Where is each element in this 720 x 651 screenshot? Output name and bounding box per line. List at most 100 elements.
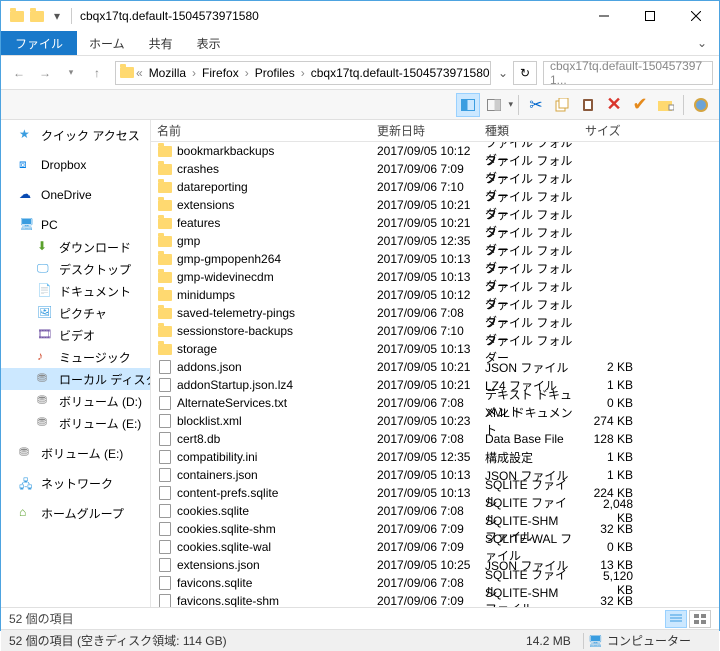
file-row[interactable]: AlternateServices.txt2017/09/06 7:08テキスト…	[151, 394, 719, 412]
folder-icon	[157, 305, 173, 321]
home-tab[interactable]: ホーム	[77, 31, 137, 55]
address-dropdown[interactable]: ⌄	[497, 61, 509, 85]
file-row[interactable]: saved-telemetry-pings2017/09/06 7:08ファイル…	[151, 304, 719, 322]
file-row[interactable]: addonStartup.json.lz42017/09/05 10:21LZ4…	[151, 376, 719, 394]
file-date: 2017/09/06 7:08	[371, 504, 479, 518]
paste-icon[interactable]	[576, 93, 600, 117]
file-tab[interactable]: ファイル	[1, 31, 77, 55]
sidebar-item[interactable]: ⛃ボリューム (D:)	[1, 390, 150, 412]
navigation-pane[interactable]: ★クイック アクセス ⧈Dropbox ☁OneDrive 🖥PC⬇ダウンロード🖵デス…	[1, 120, 151, 607]
sidebar-item[interactable]: 🖼ピクチャ	[1, 302, 150, 324]
sidebar-item[interactable]: ★クイック アクセス	[1, 124, 150, 146]
sidebar-item[interactable]: ⬇ダウンロード	[1, 236, 150, 258]
sidebar-item[interactable]: 🖧ネットワーク	[1, 472, 150, 494]
file-row[interactable]: extensions2017/09/05 10:21ファイル フォルダー	[151, 196, 719, 214]
file-list[interactable]: bookmarkbackups2017/09/05 10:12ファイル フォルダ…	[151, 142, 719, 607]
share-tab[interactable]: 共有	[137, 31, 185, 55]
file-row[interactable]: favicons.sqlite2017/09/06 7:08SQLITE ファイ…	[151, 574, 719, 592]
column-size[interactable]: サイズ	[579, 122, 639, 139]
sidebar-item-label: ドキュメント	[59, 283, 131, 300]
picture-icon: 🖼	[37, 305, 53, 321]
sidebar-item[interactable]: 🖵デスクトップ	[1, 258, 150, 280]
file-row[interactable]: storage2017/09/05 10:13ファイル フォルダー	[151, 340, 719, 358]
file-row[interactable]: gmp-gmpopenh2642017/09/05 10:13ファイル フォルダ…	[151, 250, 719, 268]
sidebar-item[interactable]: 📄ドキュメント	[1, 280, 150, 302]
file-row[interactable]: bookmarkbackups2017/09/05 10:12ファイル フォルダ…	[151, 142, 719, 160]
file-size: 1 KB	[579, 468, 639, 482]
breadcrumb-segment[interactable]: Profiles	[251, 66, 299, 80]
details-pane-icon[interactable]	[482, 93, 506, 117]
refresh-button[interactable]: ↻	[513, 61, 537, 85]
copy-icon[interactable]	[550, 93, 574, 117]
forward-button[interactable]: →	[33, 61, 57, 85]
sidebar-item[interactable]: ♪ミュージック	[1, 346, 150, 368]
file-date: 2017/09/05 10:13	[371, 486, 479, 500]
column-name[interactable]: 名前	[151, 122, 371, 139]
chevron-right-icon[interactable]: ›	[190, 66, 198, 80]
close-button[interactable]	[673, 1, 719, 31]
file-name: addonStartup.json.lz4	[177, 378, 293, 392]
breadcrumb-segment[interactable]: Mozilla	[145, 66, 190, 80]
qat-dropdown-icon[interactable]: ▾	[49, 8, 65, 24]
chevron-right-icon[interactable]: ›	[299, 66, 307, 80]
file-row[interactable]: features2017/09/05 10:21ファイル フォルダー	[151, 214, 719, 232]
column-type[interactable]: 種類	[479, 122, 579, 139]
sidebar-item[interactable]: ⌂ホームグループ	[1, 502, 150, 524]
delete-icon[interactable]: ✕	[602, 93, 626, 117]
search-input[interactable]: cbqx17tq.default-150457397 1...	[543, 61, 713, 85]
file-row[interactable]: containers.json2017/09/05 10:13JSON ファイル…	[151, 466, 719, 484]
sidebar-item[interactable]: ⛃ボリューム (E:)	[1, 412, 150, 434]
up-button[interactable]: ↑	[85, 61, 109, 85]
maximize-button[interactable]	[627, 1, 673, 31]
sidebar-item-label: ネットワーク	[41, 475, 113, 492]
rename-icon[interactable]: ✔	[628, 93, 652, 117]
file-row[interactable]: gmp-widevinecdm2017/09/05 10:13ファイル フォルダ…	[151, 268, 719, 286]
cut-icon[interactable]: ✂	[524, 93, 548, 117]
sidebar-item-label: OneDrive	[41, 188, 92, 202]
file-row[interactable]: gmp2017/09/05 12:35ファイル フォルダー	[151, 232, 719, 250]
breadcrumb-segment[interactable]: Firefox	[198, 66, 243, 80]
details-view-button[interactable]	[665, 610, 687, 628]
sidebar-item[interactable]: ☁OneDrive	[1, 184, 150, 206]
globe-icon[interactable]	[689, 93, 713, 117]
file-size: 128 KB	[579, 432, 639, 446]
file-row[interactable]: cookies.sqlite-shm2017/09/06 7:09SQLITE-…	[151, 520, 719, 538]
navbar: ← → ▾ ↑ « Mozilla›Firefox›Profiles›cbqx1…	[1, 56, 719, 90]
chevron-right-icon[interactable]: «	[134, 66, 145, 80]
view-tab[interactable]: 表示	[185, 31, 233, 55]
preview-pane-icon[interactable]	[456, 93, 480, 117]
sidebar-item[interactable]: ⧈Dropbox	[1, 154, 150, 176]
new-folder-icon[interactable]	[654, 93, 678, 117]
file-row[interactable]: cookies.sqlite-wal2017/09/06 7:09SQLITE-…	[151, 538, 719, 556]
sidebar-item[interactable]: 🎞ビデオ	[1, 324, 150, 346]
file-row[interactable]: blocklist.xml2017/09/05 10:23XML ドキュメント2…	[151, 412, 719, 430]
back-button[interactable]: ←	[7, 61, 31, 85]
file-icon	[157, 557, 173, 573]
file-row[interactable]: sessionstore-backups2017/09/06 7:10ファイル …	[151, 322, 719, 340]
large-icons-view-button[interactable]	[689, 610, 711, 628]
sidebar-item[interactable]: ⛃ボリューム (E:)	[1, 442, 150, 464]
breadcrumb[interactable]: « Mozilla›Firefox›Profiles›cbqx17tq.defa…	[115, 61, 491, 85]
file-row[interactable]: minidumps2017/09/05 10:12ファイル フォルダー	[151, 286, 719, 304]
sidebar-item[interactable]: ⛃ローカル ディスク (C:)	[1, 368, 150, 390]
file-row[interactable]: datareporting2017/09/06 7:10ファイル フォルダー	[151, 178, 719, 196]
chevron-right-icon[interactable]: ›	[243, 66, 251, 80]
file-row[interactable]: crashes2017/09/06 7:09ファイル フォルダー	[151, 160, 719, 178]
file-row[interactable]: favicons.sqlite-shm2017/09/06 7:09SQLITE…	[151, 592, 719, 607]
file-row[interactable]: addons.json2017/09/05 10:21JSON ファイル2 KB	[151, 358, 719, 376]
selection-size: 14.2 MB	[518, 634, 579, 648]
file-icon	[157, 377, 173, 393]
column-date[interactable]: 更新日時	[371, 122, 479, 139]
file-row[interactable]: compatibility.ini2017/09/05 12:35構成設定1 K…	[151, 448, 719, 466]
sidebar-item[interactable]: 🖥PC	[1, 214, 150, 236]
file-row[interactable]: cert8.db2017/09/06 7:08Data Base File128…	[151, 430, 719, 448]
expand-ribbon-icon[interactable]: ⌄	[685, 31, 719, 55]
statusbar-2: 52 個の項目 (空きディスク領域: 114 GB) 14.2 MB 🖥 コンピ…	[1, 629, 719, 651]
breadcrumb-segment[interactable]: cbqx17tq.default-1504573971580	[307, 66, 491, 80]
recent-dropdown[interactable]: ▾	[59, 61, 83, 85]
file-size: 274 KB	[579, 414, 639, 428]
file-row[interactable]: cookies.sqlite2017/09/06 7:08SQLITE ファイル…	[151, 502, 719, 520]
file-name: minidumps	[177, 288, 235, 302]
folder-icon	[157, 215, 173, 231]
minimize-button[interactable]	[581, 1, 627, 31]
